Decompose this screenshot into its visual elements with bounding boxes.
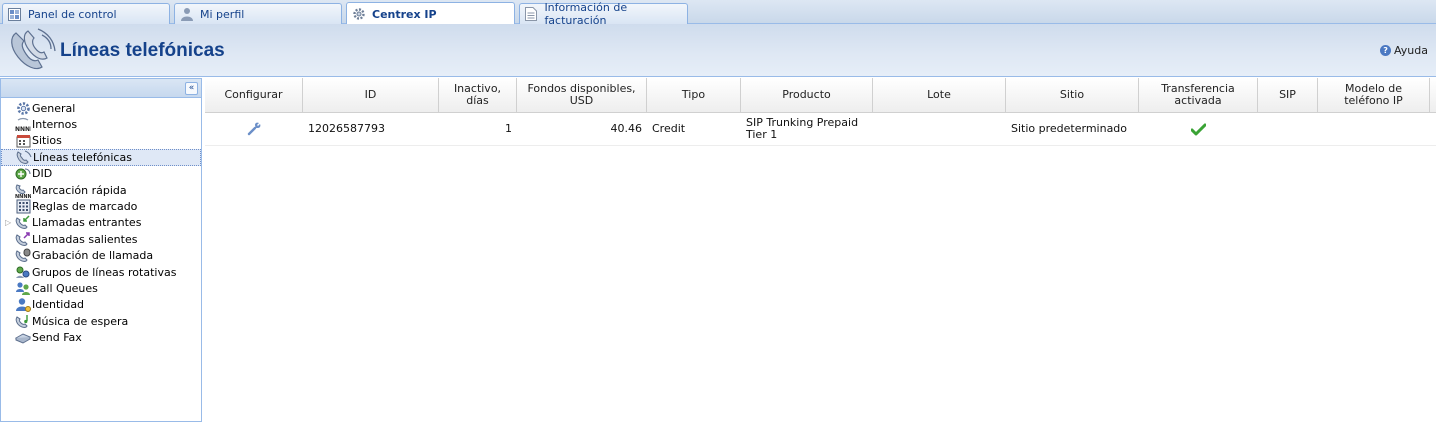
tab-panel-de-control[interactable]: Panel de control [2,3,170,24]
inactive-days-cell: 1 [505,122,512,135]
transfer-enabled-cell [1139,113,1258,145]
sidebar-nav: GeneralNNNNInternosSitiosLíneas telefóni… [1,98,201,346]
call-recording-icon [15,248,31,264]
sidebar-item-label: Reglas de marcado [32,200,138,214]
identity-icon [15,297,31,313]
sidebar-item-marcacion-rapida[interactable]: NNNN Marcación rápida [1,182,201,198]
gear-icon [15,100,31,116]
column-header[interactable]: Sitio [1006,78,1139,112]
fax-icon [15,330,31,346]
sidebar-item-musica-de-espera[interactable]: Música de espera [1,313,201,329]
column-header[interactable]: Configurar [205,78,303,112]
sidebar-item-label: Música de espera [32,314,129,328]
sidebar-item-llamadas-entrantes[interactable]: ▷ Llamadas entrantes [1,215,201,231]
incoming-call-icon [15,215,31,231]
help-icon: ? [1380,45,1392,56]
site-cell: Sitio predeterminado [1011,122,1128,135]
sidebar-item-label: Identidad [32,298,85,312]
tab-label: Panel de control [28,7,117,21]
svg-text:NNNN: NNNN [15,194,31,198]
hunt-group-icon [15,264,31,280]
sidebar-item-llamadas-salientes[interactable]: Llamadas salientes [1,231,201,247]
sidebar-item-lineas-telefonicas[interactable]: Líneas telefónicas [1,149,201,166]
top-tab-bar: Panel de control Mi perfil Centrex IP In… [0,0,1436,27]
sidebar-item-label: Líneas telefónicas [33,150,132,164]
configure-button[interactable] [205,113,303,145]
speed-dial-icon: NNNN [15,182,31,198]
help-link[interactable]: ? Ayuda [1380,44,1428,57]
sidebar-item-label: Grupos de líneas rotativas [32,265,177,279]
sidebar-item-label: DID [32,167,53,181]
document-icon [524,7,538,22]
type-cell: Credit [652,122,686,135]
user-icon [179,7,194,22]
sidebar-item-internos[interactable]: NNNNInternos [1,116,201,132]
sidebar-item-label: Internos [32,118,78,132]
product-cell: SIP Trunking Prepaid Tier 1 [746,116,859,141]
wrench-icon[interactable] [246,121,262,137]
sidebar-header: « [1,78,201,98]
extensions-icon: NNNN [15,117,31,133]
phone-lines-logo-icon [8,27,58,73]
gear-icon [351,7,366,22]
sidebar-item-did[interactable]: DID [1,166,201,182]
page-title: Líneas telefónicas [60,40,225,61]
sidebar-item-label: Send Fax [32,331,82,345]
call-queue-icon [15,280,31,296]
column-header[interactable]: Lote [873,78,1006,112]
table-row[interactable]: 12026587793 1 40.46 Credit SIP Trunking Prep… [205,113,1436,146]
sites-icon [15,133,31,149]
table-header: Configurar ID Inactivo, días Fondos disponi… [205,78,1436,113]
svg-text:NNNN: NNNN [15,126,31,132]
sidebar-item-label: General [32,101,76,115]
tab-label: Centrex IP [372,7,437,21]
sidebar-item-sitios[interactable]: Sitios [1,133,201,149]
outgoing-call-icon [15,231,31,247]
checkmark-icon [1191,123,1206,136]
sidebar-item-label: Sitios [32,134,62,148]
sidebar-item-label: Llamadas entrantes [32,216,142,230]
sidebar-item-label: Grabación de llamada [32,249,154,263]
tab-informacion-facturacion[interactable]: Información de facturación [519,1,688,27]
music-on-hold-icon [15,313,31,329]
sip-cell [1258,113,1318,145]
sidebar-item-send-fax[interactable]: Send Fax [1,329,201,345]
column-header[interactable]: SIP [1258,78,1318,112]
table-body: 12026587793 1 40.46 Credit SIP Trunking Prep… [205,113,1436,146]
dashboard-icon [7,7,22,22]
line-id-cell: 12026587793 [308,122,385,135]
sidebar: « GeneralNNNNInternosSitiosLíneas telefó… [0,78,202,422]
did-icon [15,166,31,182]
expand-arrow-icon[interactable]: ▷ [5,218,11,227]
page-header: Líneas telefónicas ? Ayuda [0,24,1436,77]
tab-mi-perfil[interactable]: Mi perfil [174,3,342,24]
column-header[interactable]: ID [303,78,439,112]
tab-centrex-ip[interactable]: Centrex IP [346,2,515,25]
available-funds-cell: 40.46 [610,122,643,135]
sidebar-item-general[interactable]: General [1,100,201,116]
column-header[interactable]: Producto [741,78,873,112]
tab-label: Mi perfil [200,7,245,21]
dial-rules-icon [15,199,31,215]
column-header[interactable]: Transferencia activada [1139,78,1258,112]
help-label: Ayuda [1394,44,1428,57]
sidebar-item-label: Call Queues [32,281,98,295]
column-header[interactable]: Modelo de teléfono IP [1318,78,1430,112]
sidebar-item-label: Llamadas salientes [32,232,138,246]
sidebar-item-identidad[interactable]: Identidad [1,297,201,313]
collapse-sidebar-button[interactable]: « [185,82,198,95]
batch-cell [873,113,1006,145]
column-header[interactable]: Tipo [647,78,741,112]
sidebar-item-grupos-de-lineas-rotativas[interactable]: Grupos de líneas rotativas [1,264,201,280]
sidebar-item-grabacion-de-llamada[interactable]: Grabación de llamada [1,248,201,264]
phone-lines-table: Configurar ID Inactivo, días Fondos disponi… [205,78,1436,146]
column-header[interactable]: Fondos disponibles, USD [517,78,647,112]
phone-model-cell [1318,113,1430,145]
column-header[interactable]: Inactivo, días [439,78,517,112]
sidebar-item-label: Marcación rápida [32,183,127,197]
phone-line-icon [16,149,32,165]
sidebar-item-reglas-de-marcado[interactable]: Reglas de marcado [1,198,201,214]
sidebar-item-call-queues[interactable]: Call Queues [1,280,201,296]
